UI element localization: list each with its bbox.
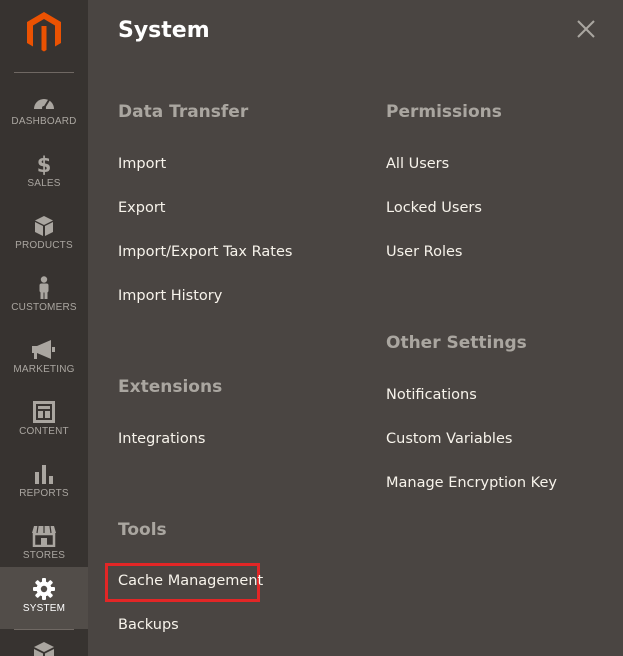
- sidebar-item-system[interactable]: SYSTEM: [0, 567, 88, 629]
- sidebar-item-label: SALES: [27, 178, 61, 189]
- sidebar-item-label: PRODUCTS: [15, 240, 73, 251]
- storefront-icon: [31, 524, 57, 548]
- menu-link-manage-encryption-key[interactable]: Manage Encryption Key: [386, 475, 557, 491]
- sidebar-item-dashboard[interactable]: DASHBOARD: [0, 80, 88, 142]
- sidebar-item-label: CUSTOMERS: [11, 302, 77, 313]
- menu-link-backups[interactable]: Backups: [118, 617, 179, 633]
- sidebar-item-content[interactable]: CONTENT: [0, 390, 88, 452]
- sidebar-item-customers[interactable]: CUSTOMERS: [0, 266, 88, 328]
- dashboard-gauge-icon: [31, 90, 57, 114]
- sidebar-item-label: CONTENT: [19, 426, 69, 437]
- sidebar-item-products[interactable]: PRODUCTS: [0, 204, 88, 266]
- layout-icon: [31, 400, 57, 424]
- menu-link-cache-management[interactable]: Cache Management: [118, 573, 263, 589]
- menu-link-integrations[interactable]: Integrations: [118, 431, 205, 447]
- sidebar-more-icon[interactable]: [32, 640, 56, 656]
- cube-icon: [31, 214, 57, 238]
- megaphone-icon: [31, 338, 57, 362]
- menu-link-export[interactable]: Export: [118, 200, 165, 216]
- section-title-other-settings: Other Settings: [386, 333, 527, 353]
- sidebar-item-label: STORES: [22, 550, 66, 561]
- menu-link-all-users[interactable]: All Users: [386, 156, 449, 172]
- sidebar-item-label: SYSTEM: [22, 603, 66, 614]
- gear-icon: [31, 577, 57, 601]
- page-title: System: [118, 18, 210, 43]
- close-icon[interactable]: [575, 18, 597, 40]
- section-title-extensions: Extensions: [118, 377, 223, 397]
- menu-link-user-roles[interactable]: User Roles: [386, 244, 462, 260]
- admin-sidebar: DASHBOARD $ SALES PRODUCTS CUSTOMERS MAR…: [0, 0, 88, 656]
- menu-link-custom-variables[interactable]: Custom Variables: [386, 431, 512, 447]
- svg-text:$: $: [37, 153, 52, 176]
- sidebar-divider: [14, 629, 74, 630]
- section-title-tools: Tools: [118, 520, 167, 540]
- person-icon: [31, 276, 57, 300]
- menu-link-import-history[interactable]: Import History: [118, 288, 222, 304]
- sidebar-item-label: MARKETING: [13, 364, 75, 375]
- section-title-data-transfer: Data Transfer: [118, 102, 249, 122]
- bar-chart-icon: [31, 462, 57, 486]
- magento-logo-icon[interactable]: [24, 10, 64, 54]
- sidebar-divider: [14, 72, 74, 73]
- sidebar-item-sales[interactable]: $ SALES: [0, 142, 88, 204]
- sidebar-item-reports[interactable]: REPORTS: [0, 452, 88, 514]
- sidebar-item-label: DASHBOARD: [11, 116, 77, 127]
- sidebar-item-marketing[interactable]: MARKETING: [0, 328, 88, 390]
- menu-link-locked-users[interactable]: Locked Users: [386, 200, 482, 216]
- menu-link-import-export-tax-rates[interactable]: Import/Export Tax Rates: [118, 244, 292, 260]
- dollar-icon: $: [31, 152, 57, 176]
- menu-link-import[interactable]: Import: [118, 156, 166, 172]
- sidebar-item-label: REPORTS: [19, 488, 69, 499]
- section-title-permissions: Permissions: [386, 102, 502, 122]
- menu-link-notifications[interactable]: Notifications: [386, 387, 477, 403]
